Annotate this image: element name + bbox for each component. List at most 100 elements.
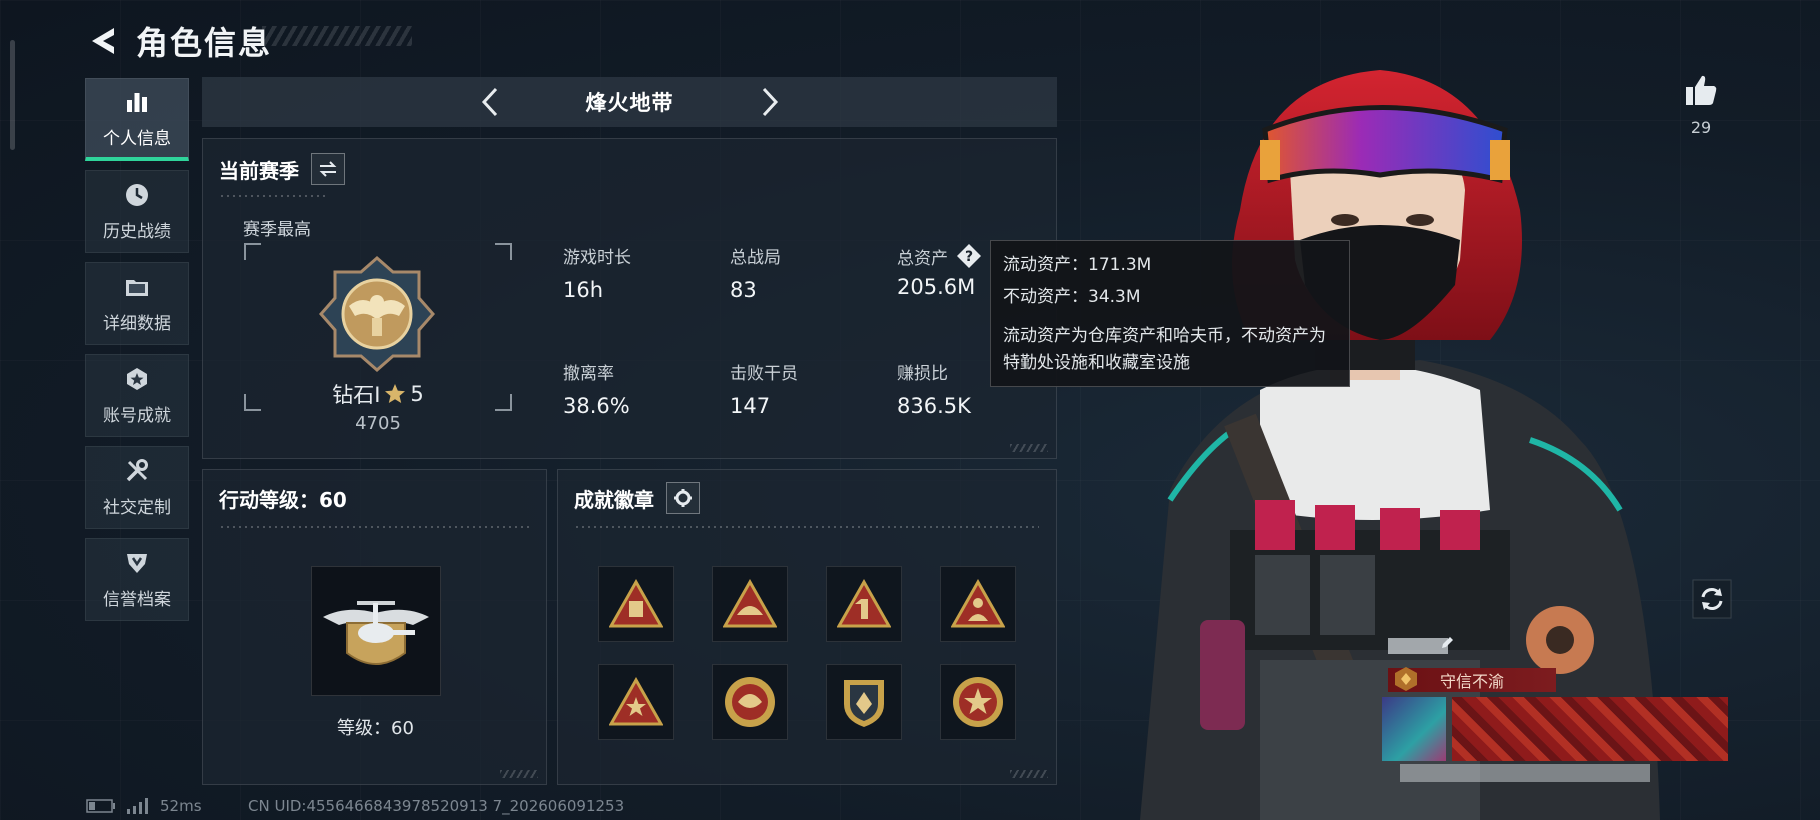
badge-grid: [598, 566, 1016, 740]
help-icon[interactable]: ?: [956, 243, 982, 269]
signal-icon: [127, 798, 148, 814]
stat-label: 游戏时长: [563, 248, 631, 268]
stat-label: 总资产: [897, 248, 948, 269]
achievements-settings-button[interactable]: [666, 482, 700, 514]
player-name-blurred: [1388, 638, 1448, 654]
mode-selector: 烽火地带: [202, 77, 1057, 127]
triangle-badge-soldier-icon: [951, 579, 1005, 628]
like-area: 29: [1681, 72, 1721, 137]
sidebar-item-achievements[interactable]: 账号成就: [85, 354, 189, 437]
stat-total-matches: 总战局 83: [730, 243, 781, 302]
title-decoration: [262, 26, 412, 46]
divider: [219, 193, 329, 199]
round-badge-crest-icon: [725, 677, 775, 727]
status-bar: 52ms: [86, 797, 202, 815]
stat-value: 38.6%: [563, 394, 630, 418]
level-title: 行动等级：60: [219, 488, 347, 512]
stat-label: 赚损比: [897, 364, 948, 384]
like-count: 29: [1690, 118, 1712, 137]
chevron-right-icon[interactable]: [752, 85, 786, 119]
shield-icon: [127, 554, 147, 573]
badge-slot[interactable]: [940, 566, 1016, 642]
achievements-header: 成就徽章: [574, 482, 700, 514]
helicopter-badge-icon: [323, 601, 429, 665]
season-title: 当前赛季: [219, 158, 299, 183]
tooltip-liquid-assets: 流动资产：171.3M: [1003, 255, 1152, 275]
divider: [574, 524, 1039, 530]
stat-operators-defeated: 击败干员 147: [730, 359, 798, 418]
panel-decoration: [1010, 770, 1048, 778]
triangle-badge-star-icon: [609, 677, 663, 726]
rank-score: 4705: [355, 413, 401, 434]
sidebar-item-label: 个人信息: [103, 128, 171, 149]
sidebar-item-label: 信誉档案: [103, 590, 171, 610]
tooltip-fixed-assets: 不动资产：34.3M: [1003, 287, 1141, 307]
sidebar-item-personal-info[interactable]: 个人信息: [85, 78, 189, 161]
honor-emblem-icon: [1395, 667, 1417, 691]
stat-profit-ratio: 赚损比 836.5K: [897, 359, 971, 418]
gear-icon: [674, 489, 692, 507]
sidebar-item-reputation[interactable]: 信誉档案: [85, 538, 189, 621]
level-panel: 行动等级：60 等级：60: [202, 469, 547, 785]
sidebar: 个人信息 历史战绩 详细数据 账号成就 社交定制 信誉档案: [85, 78, 189, 630]
stat-label: 总战局: [730, 248, 781, 268]
page-title: 角色信息: [136, 24, 273, 62]
badge-slot[interactable]: [598, 566, 674, 642]
badge-slot[interactable]: [940, 664, 1016, 740]
player-card-banner: [1452, 697, 1728, 761]
badge-slot[interactable]: [598, 664, 674, 740]
level-label: 等级：60: [337, 718, 414, 739]
triangle-badge-bag-icon: [609, 579, 663, 628]
stat-value: 836.5K: [897, 394, 971, 418]
bar-chart-icon: [127, 92, 147, 112]
season-best-label: 赛季最高: [243, 220, 311, 240]
achievements-panel: 成就徽章: [557, 469, 1057, 785]
stat-value: 83: [730, 278, 757, 302]
season-switch-button[interactable]: [311, 153, 345, 185]
refresh-icon[interactable]: [1692, 579, 1732, 619]
sidebar-item-history[interactable]: 历史战绩: [85, 170, 189, 253]
svg-text:?: ?: [965, 249, 973, 265]
ping: 52ms: [160, 797, 202, 815]
badge-slot[interactable]: [712, 664, 788, 740]
battery-icon: [86, 799, 115, 813]
scroll-indicator: [10, 40, 15, 150]
back-arrow-icon[interactable]: [88, 26, 118, 56]
asset-tooltip: 流动资产：171.3M 不动资产：34.3M 流动资产为仓库资产和哈夫币，不动资…: [990, 240, 1350, 387]
triangle-badge-one-icon: [837, 579, 891, 628]
chevron-left-icon[interactable]: [474, 85, 508, 119]
thumbs-up-icon[interactable]: [1683, 72, 1719, 108]
stat-value: 147: [730, 394, 771, 418]
panel-decoration: [1010, 444, 1048, 452]
badge-slot[interactable]: [826, 664, 902, 740]
header: 角色信息: [88, 18, 272, 64]
swap-icon: [319, 161, 337, 177]
edit-icon[interactable]: [1440, 636, 1454, 650]
rank-name: 钻石I: [332, 383, 381, 407]
sidebar-item-detailed-data[interactable]: 详细数据: [85, 262, 189, 345]
level-badge-frame: [311, 566, 441, 696]
folder-icon: [126, 280, 148, 296]
star-icon: [385, 384, 406, 403]
stat-value: 205.6M: [897, 275, 976, 299]
badge-slot[interactable]: [712, 566, 788, 642]
sidebar-item-social-custom[interactable]: 社交定制: [85, 446, 189, 529]
sidebar-item-label: 详细数据: [103, 314, 171, 334]
stat-label: 击败干员: [730, 364, 798, 384]
star-emblem-icon: [127, 368, 147, 390]
divider: [219, 524, 529, 530]
honor-title: 守信不渝: [1439, 672, 1504, 691]
stat-extract-rate: 撤离率 38.6%: [563, 359, 630, 418]
clock-icon: [126, 184, 148, 206]
player-info-blurred: [1400, 764, 1650, 782]
badge-slot[interactable]: [826, 566, 902, 642]
shield-badge-icon: [844, 680, 884, 727]
triangle-badge-hat-icon: [723, 579, 777, 628]
sidebar-item-label: 历史战绩: [103, 222, 171, 242]
season-panel: 当前赛季 赛季最高 钻石I 5 4705 游戏时长 16h 总战局 83 总资产…: [202, 138, 1057, 459]
rank-stars: 5: [410, 382, 424, 406]
player-avatar[interactable]: [1382, 697, 1446, 761]
rank-info: 钻石I 5 4705: [293, 379, 463, 434]
mode-title: 烽火地带: [585, 91, 674, 115]
achievements-title: 成就徽章: [574, 487, 654, 512]
